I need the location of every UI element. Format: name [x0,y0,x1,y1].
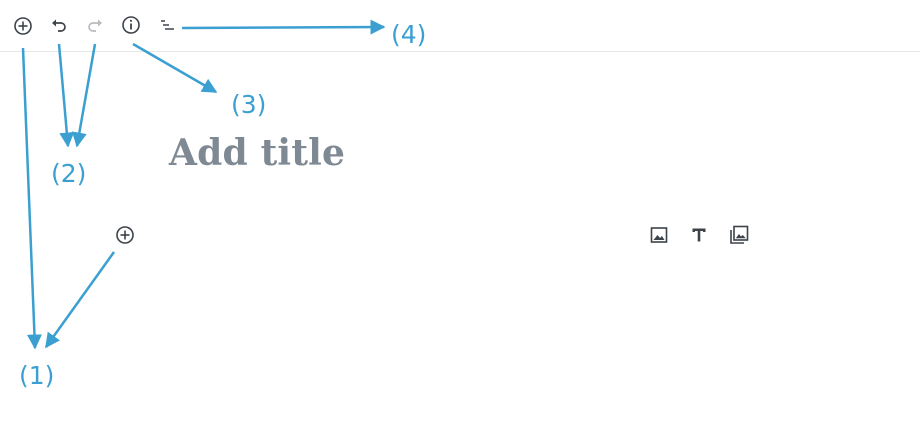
list-view-icon [161,20,174,30]
undo-icon [52,19,66,32]
text-icon [692,228,706,242]
arrow-2b [71,43,97,148]
redo-button[interactable] [83,13,107,37]
callout-label-2: (2) [51,159,87,188]
callout-label-1: (1) [19,361,55,390]
list-view-button[interactable] [155,13,179,37]
callout-label-4: (4) [391,20,427,49]
arrow-2a [57,43,75,148]
info-button[interactable] [119,13,143,37]
info-icon [122,16,140,34]
paragraph-block-button[interactable] [686,222,712,248]
redo-icon [88,19,102,32]
callout-label-3: (3) [231,90,267,119]
annotation-arrows [21,19,386,350]
post-title-input[interactable]: Add title [169,132,345,174]
gallery-block-button[interactable] [726,222,752,248]
undo-button[interactable] [47,13,71,37]
plus-circle-icon [14,17,32,35]
plus-circle-icon [116,226,134,244]
image-block-button[interactable] [646,222,672,248]
arrow-1a [21,47,42,350]
block-inserter-button[interactable] [113,223,137,247]
gallery-icon [730,225,749,244]
add-block-button[interactable] [11,14,35,38]
image-icon [650,227,668,243]
arrow-1b [44,251,116,349]
editor-toolbar [0,0,920,52]
